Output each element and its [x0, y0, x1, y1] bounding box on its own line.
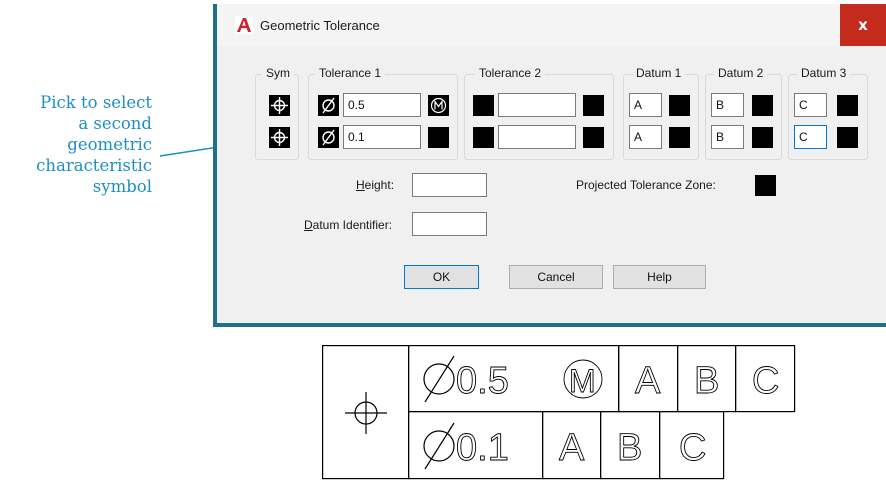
frame-tolerance-row1: 0.5: [456, 360, 509, 402]
frame-datum-row2: A: [559, 427, 585, 469]
position-icon: [271, 97, 288, 114]
datum3-mc-row2[interactable]: [837, 127, 858, 148]
dialog-body: Sym Tolerance 1 Tolerance 2 Datum 1 Datu…: [217, 46, 886, 323]
material-condition-row1[interactable]: [428, 95, 449, 116]
tolerance1-value-row2[interactable]: 0.1: [343, 125, 421, 149]
position-icon: [345, 392, 387, 434]
diameter-swatch-tol2-row2[interactable]: [473, 127, 494, 148]
projected-tolerance-zone-swatch[interactable]: [755, 175, 776, 196]
cancel-button[interactable]: Cancel: [509, 265, 603, 289]
geometric-tolerance-dialog: Geometric Tolerance x Sym Tolerance 1 To…: [213, 4, 886, 327]
sym-group-label: Sym: [262, 66, 294, 80]
sym-swatch-row2[interactable]: [269, 127, 290, 148]
tolerance1-value-row1[interactable]: 0.5: [343, 93, 421, 117]
diameter-swatch-row1[interactable]: [318, 95, 339, 116]
dialog-title: Geometric Tolerance: [260, 17, 380, 33]
frame-datum-row1: B: [694, 360, 719, 402]
height-field[interactable]: [412, 173, 487, 197]
height-label: Height:: [356, 178, 395, 192]
datum1-value-row1[interactable]: A: [629, 93, 662, 117]
datum2-value-row1[interactable]: B: [711, 93, 744, 117]
datum3-mc-row1[interactable]: [837, 95, 858, 116]
help-button[interactable]: Help: [613, 265, 706, 289]
datum-identifier-label: Datum Identifier:: [304, 218, 393, 232]
frame-tolerance-row2: 0.1: [456, 427, 509, 469]
diameter-swatch-tol2-row1[interactable]: [473, 95, 494, 116]
datum1-mc-row2[interactable]: [669, 127, 690, 148]
title-bar[interactable]: Geometric Tolerance x: [217, 4, 886, 46]
datum1-group-label: Datum 1: [632, 66, 686, 80]
datum-identifier-field[interactable]: [412, 212, 487, 236]
circled-m-icon: [430, 97, 447, 114]
ok-button[interactable]: OK: [404, 265, 479, 289]
position-icon: [271, 129, 288, 146]
datum3-group-label: Datum 3: [797, 66, 851, 80]
datum2-mc-row1[interactable]: [752, 95, 773, 116]
frame-datum-row1: A: [635, 360, 661, 402]
diameter-icon: [322, 129, 335, 146]
material-condition-tol2-row1[interactable]: [583, 95, 604, 116]
tolerance2-group-label: Tolerance 2: [475, 66, 546, 80]
tolerance2-value-row1[interactable]: [498, 93, 576, 117]
datum1-value-row2[interactable]: A: [629, 125, 662, 149]
sym-swatch-row1[interactable]: [269, 95, 290, 116]
frame-datum-row2: C: [679, 427, 706, 469]
close-icon: x: [858, 16, 868, 34]
frame-datum-row1: C: [752, 360, 779, 402]
frame-datum-row2: B: [617, 427, 642, 469]
datum2-value-row2[interactable]: B: [711, 125, 744, 149]
datum3-value-row2[interactable]: C: [794, 125, 827, 149]
diameter-swatch-row2[interactable]: [318, 127, 339, 148]
autocad-icon: [235, 16, 253, 34]
tolerance1-group-label: Tolerance 1: [315, 66, 386, 80]
datum1-mc-row1[interactable]: [669, 95, 690, 116]
datum2-mc-row2[interactable]: [752, 127, 773, 148]
frame-modifier-row1: M: [569, 363, 596, 399]
diameter-icon: [423, 422, 455, 470]
diameter-icon: [322, 97, 335, 114]
tolerance2-value-row2[interactable]: [498, 125, 576, 149]
datum3-value-row1[interactable]: C: [794, 93, 827, 117]
datum2-group-label: Datum 2: [714, 66, 768, 80]
material-condition-row2[interactable]: [428, 127, 449, 148]
projected-tolerance-zone-label: Projected Tolerance Zone:: [576, 178, 716, 192]
material-condition-tol2-row2[interactable]: [583, 127, 604, 148]
diameter-icon: [423, 355, 455, 403]
close-button[interactable]: x: [840, 4, 886, 46]
feature-control-frame: 0.5 M A B C 0.1 A B C: [322, 345, 796, 480]
